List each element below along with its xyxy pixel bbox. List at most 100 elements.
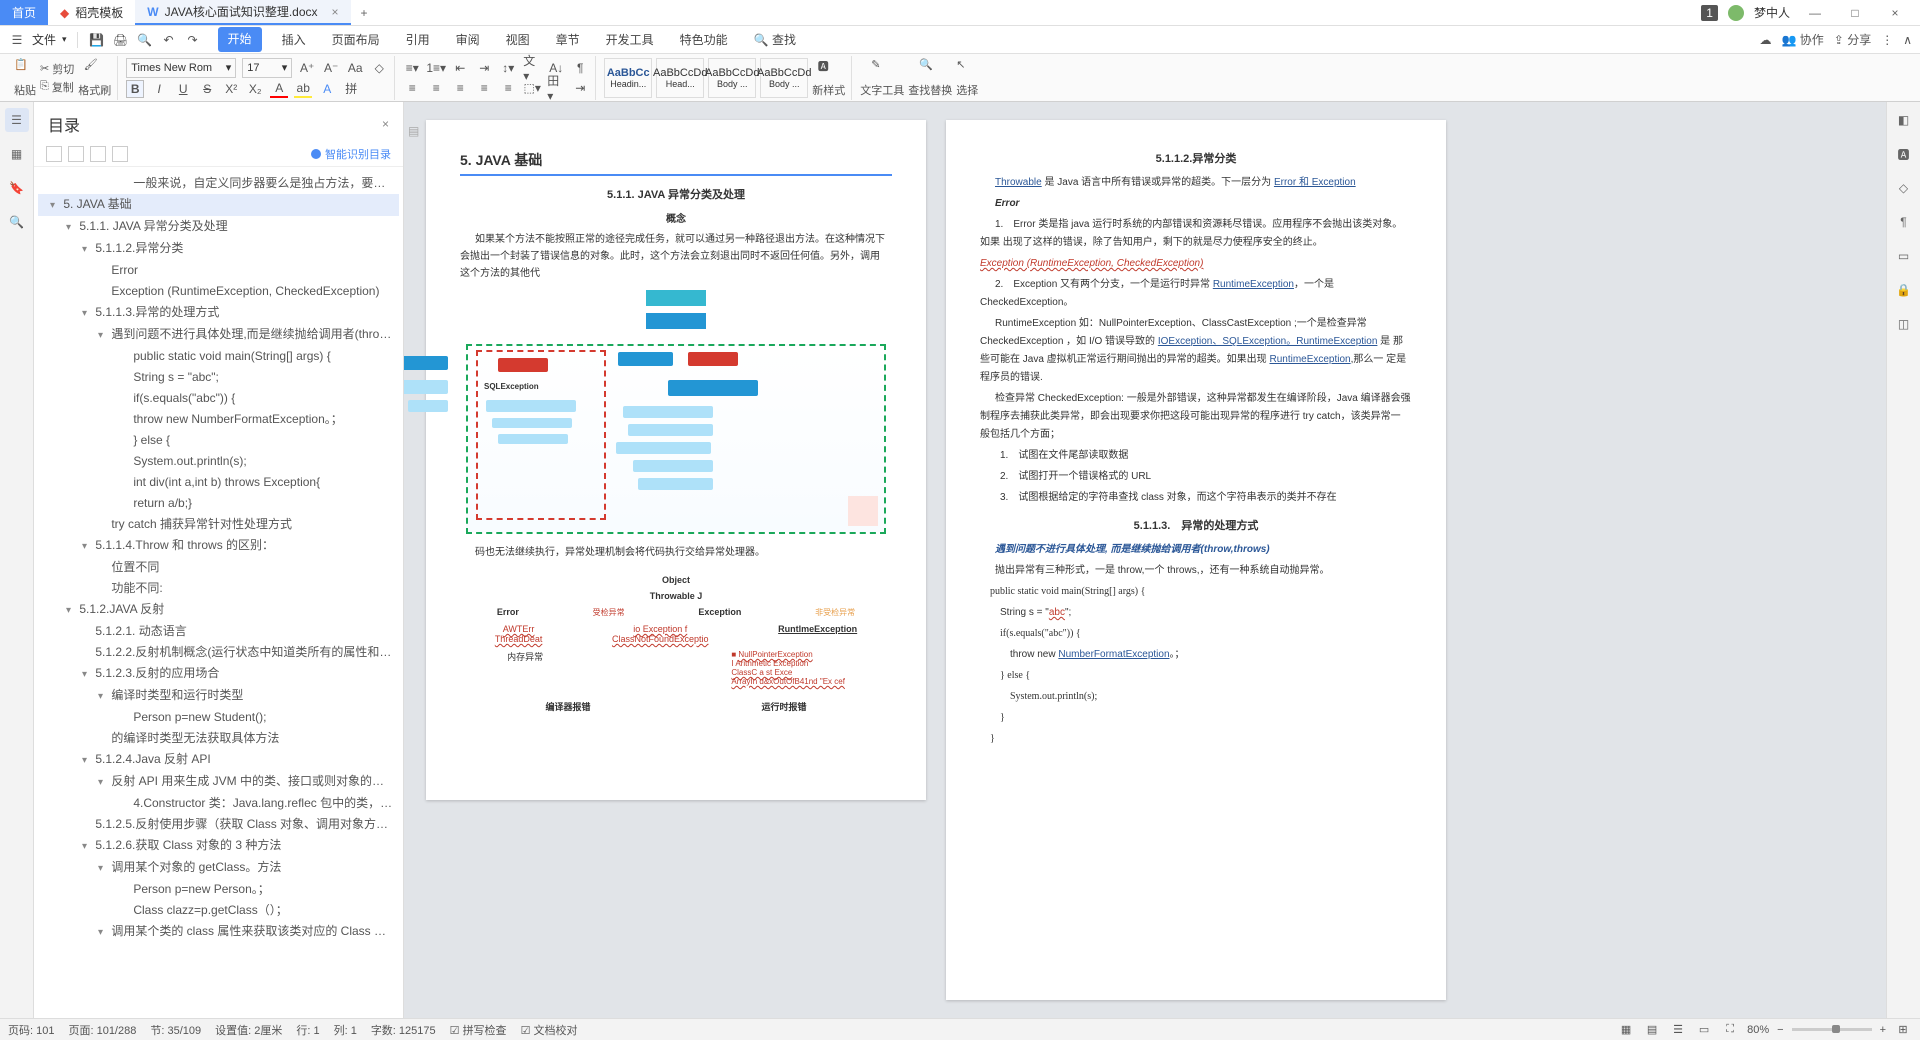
right-protect-icon[interactable]: 🔒 <box>1892 278 1916 302</box>
font-select[interactable]: Times New Rom▾ <box>126 58 236 78</box>
select-button[interactable]: ↖选择 <box>956 58 978 98</box>
toc-item[interactable]: 一般来说，自定义同步器要么是独占方法，要么是共享方 ... <box>38 173 399 194</box>
avatar-icon[interactable] <box>1728 5 1744 21</box>
toc-item[interactable]: ▾ 遇到问题不进行具体处理,而是继续抛给调用者(throw,throws) <box>38 324 399 346</box>
text-dir-icon[interactable]: 文▾ <box>523 59 541 77</box>
toc-item[interactable]: int div(int a,int b) throws Exception{ <box>38 472 399 493</box>
toc-item[interactable]: ▾ 调用某个类的 class 属性来获取该类对应的 Class 对象 <box>38 921 399 943</box>
paste-button[interactable]: 📋粘贴 <box>14 58 36 98</box>
preview-icon[interactable]: 🔍 <box>136 31 154 49</box>
toc-item[interactable]: ▾ 5.1.2.6.获取 Class 对象的 3 种方法 <box>38 835 399 857</box>
toc-item[interactable]: ▾ 5.1.1.3.异常的处理方式 <box>38 302 399 324</box>
super-button[interactable]: X² <box>222 80 240 98</box>
toc-tool-2[interactable] <box>68 146 84 162</box>
toc-item[interactable]: ▾ 编译时类型和运行时类型 <box>38 685 399 707</box>
style-body1[interactable]: AaBbCcDdBody ... <box>708 58 756 98</box>
nav-toc-icon[interactable]: ☰ <box>5 108 29 132</box>
ribbon-tab-review[interactable]: 审阅 <box>450 27 486 52</box>
status-pages[interactable]: 页面: 101/288 <box>68 1022 136 1038</box>
align-center-icon[interactable]: ≡ <box>427 79 445 97</box>
toc-item[interactable]: ▾ 5.1.1.2.异常分类 <box>38 238 399 260</box>
style-heading1[interactable]: AaBbCcHeadin... <box>604 58 652 98</box>
nav-search-icon[interactable]: 🔍 <box>5 210 29 234</box>
zoom-in-button[interactable]: + <box>1880 1024 1886 1036</box>
toc-item[interactable]: try catch 捕获异常针对性处理方式 <box>38 514 399 535</box>
toc-item[interactable]: ▾ 5.1.2.3.反射的应用场合 <box>38 663 399 685</box>
text-tools-button[interactable]: ✎文字工具 <box>860 58 904 98</box>
cloud-icon[interactable]: ☁ <box>1760 33 1772 47</box>
toc-item[interactable]: ▾ 反射 API 用来生成 JVM 中的类、接口或则对象的信息。 <box>38 771 399 793</box>
badge[interactable]: 1 <box>1701 5 1718 21</box>
view-full-icon[interactable]: ⛶ <box>1721 1022 1739 1038</box>
toc-item[interactable]: 的编译时类型无法获取具体方法 <box>38 728 399 749</box>
toc-item[interactable]: return a/b;} <box>38 493 399 514</box>
file-dropdown-icon[interactable]: ▾ <box>62 34 67 45</box>
username[interactable]: 梦中人 <box>1754 4 1790 21</box>
menu-icon[interactable]: ☰ <box>8 31 26 49</box>
tab-document[interactable]: W JAVA核心面试知识整理.docx × <box>135 0 350 25</box>
right-shape-icon[interactable]: ◇ <box>1892 176 1916 200</box>
sub-button[interactable]: X₂ <box>246 80 264 98</box>
border-icon[interactable]: 田▾ <box>547 79 565 97</box>
view-outline-icon[interactable]: ☰ <box>1669 1022 1687 1038</box>
new-style-button[interactable]: 🅰新样式 <box>812 58 845 98</box>
toc-item[interactable]: public static void main(String[] args) { <box>38 346 399 367</box>
number-list-icon[interactable]: 1≡▾ <box>427 59 445 77</box>
close-window-button[interactable]: × <box>1880 6 1910 20</box>
format-painter-button[interactable]: 🖌格式刷 <box>78 58 111 98</box>
zoom-slider[interactable] <box>1792 1028 1872 1031</box>
clear-format-icon[interactable]: ◇ <box>370 59 388 77</box>
text-effect-button[interactable]: A <box>318 80 336 98</box>
indent-dec-icon[interactable]: ⇤ <box>451 59 469 77</box>
grow-font-icon[interactable]: A⁺ <box>298 59 316 77</box>
highlight-button[interactable]: ab <box>294 80 312 98</box>
copy-button[interactable]: ⎘ 复制 <box>40 79 74 95</box>
bold-button[interactable]: B <box>126 80 144 98</box>
ribbon-tab-feature[interactable]: 特色功能 <box>674 27 734 52</box>
font-color-button[interactable]: A <box>270 80 288 98</box>
minimize-button[interactable]: — <box>1800 6 1830 20</box>
underline-button[interactable]: U <box>174 80 192 98</box>
indent-inc-icon[interactable]: ⇥ <box>475 59 493 77</box>
status-col[interactable]: 列: 1 <box>334 1022 357 1038</box>
toc-tool-4[interactable] <box>112 146 128 162</box>
ribbon-tab-view[interactable]: 视图 <box>500 27 536 52</box>
ribbon-tab-section[interactable]: 章节 <box>550 27 586 52</box>
toc-item[interactable]: ▾ 5.1.1. JAVA 异常分类及处理 <box>38 216 399 238</box>
nav-thumb-icon[interactable]: ▦ <box>5 142 29 166</box>
right-style-icon[interactable]: 🅰 <box>1892 142 1916 166</box>
maximize-button[interactable]: □ <box>1840 6 1870 20</box>
style-heading2[interactable]: AaBbCcDdHead... <box>656 58 704 98</box>
toc-item[interactable]: Exception (RuntimeException, CheckedExce… <box>38 281 399 302</box>
right-page-icon[interactable]: ▭ <box>1892 244 1916 268</box>
italic-button[interactable]: I <box>150 80 168 98</box>
ribbon-tab-insert[interactable]: 插入 <box>276 27 312 52</box>
toc-item[interactable]: String s = "abc"; <box>38 367 399 388</box>
align-justify-icon[interactable]: ≡ <box>475 79 493 97</box>
toc-tool-1[interactable] <box>46 146 62 162</box>
share-icon[interactable]: ⇪ 分享 <box>1834 31 1871 48</box>
right-para-icon[interactable]: ¶ <box>1892 210 1916 234</box>
toc-item[interactable]: 5.1.2.2.反射机制概念(运行状态中知道类所有的属性和方法) <box>38 642 399 663</box>
toc-item[interactable]: if(s.equals("abc")) { <box>38 388 399 409</box>
align-right-icon[interactable]: ≡ <box>451 79 469 97</box>
status-line[interactable]: 行: 1 <box>296 1022 319 1038</box>
toc-close-icon[interactable]: × <box>382 117 389 131</box>
status-page[interactable]: 页码: 101 <box>8 1022 54 1038</box>
toc-item[interactable]: Class clazz=p.getClass（）； <box>38 900 399 921</box>
ribbon-tab-dev[interactable]: 开发工具 <box>600 27 660 52</box>
toc-item[interactable]: 位置不同 <box>38 557 399 578</box>
tab-template[interactable]: ◆ 稻壳模板 <box>48 0 135 25</box>
shrink-font-icon[interactable]: A⁻ <box>322 59 340 77</box>
undo-icon[interactable]: ↶ <box>160 31 178 49</box>
collapse-ribbon-icon[interactable]: ∧ <box>1903 33 1912 47</box>
toc-item[interactable]: 5.1.2.1. 动态语言 <box>38 621 399 642</box>
find-replace-button[interactable]: 🔍查找替换 <box>908 58 952 98</box>
status-spell[interactable]: ☑ 拼写检查 <box>450 1022 507 1038</box>
toc-item[interactable]: System.out.println(s); <box>38 451 399 472</box>
tab-home[interactable]: 首页 <box>0 0 48 25</box>
zoom-value[interactable]: 80% <box>1747 1024 1769 1036</box>
ribbon-tab-layout[interactable]: 页面布局 <box>326 27 386 52</box>
toc-item[interactable]: Person p=new Person。； <box>38 879 399 900</box>
status-words[interactable]: 字数: 125175 <box>371 1022 436 1038</box>
